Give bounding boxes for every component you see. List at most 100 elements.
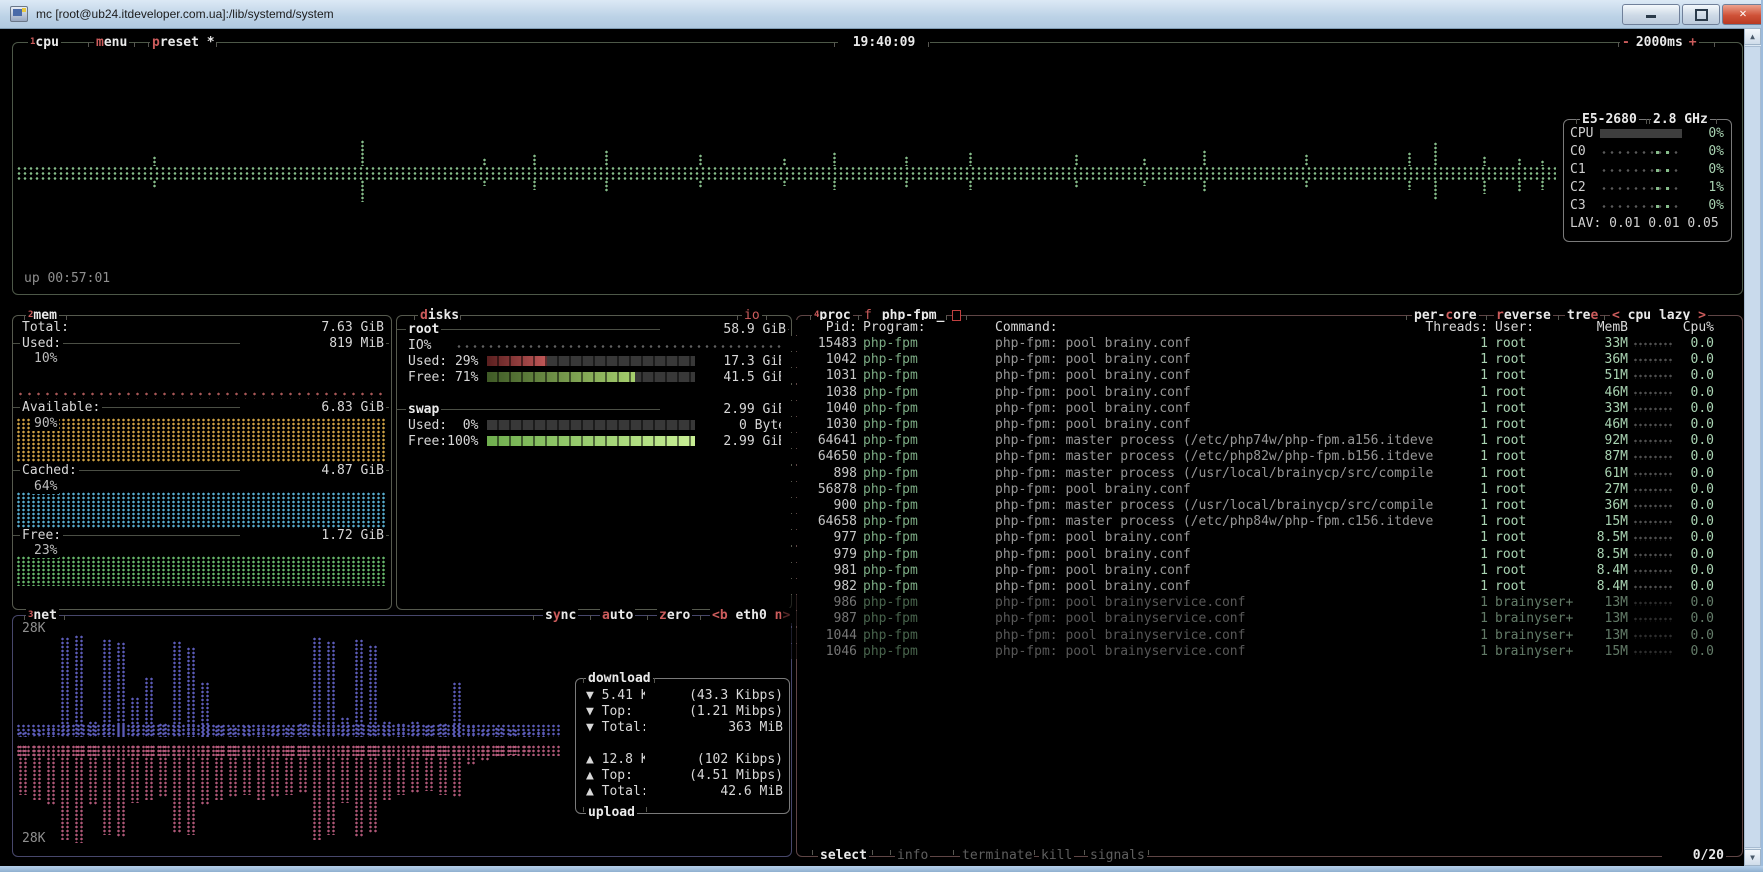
process-pid: 898 bbox=[781, 466, 859, 481]
cpu-graph-spike bbox=[1304, 154, 1310, 166]
process-row[interactable]: 64641php-fpmphp-fpm: master process (/et… bbox=[0, 433, 1740, 449]
process-row[interactable]: 981php-fpmphp-fpm: pool brainy.conf1root… bbox=[0, 563, 1740, 579]
process-row[interactable]: 1030php-fpmphp-fpm: pool brainy.conf1roo… bbox=[0, 417, 1740, 433]
col-header-threads[interactable]: Threads: bbox=[1420, 320, 1490, 335]
process-user: root bbox=[1493, 563, 1528, 578]
scrollbar-down-icon[interactable]: ▼ bbox=[1744, 849, 1761, 866]
net-download-bar bbox=[242, 725, 251, 737]
process-row[interactable]: 982php-fpmphp-fpm: pool brainy.conf1root… bbox=[0, 579, 1740, 595]
process-row[interactable]: 64650php-fpmphp-fpm: master process (/et… bbox=[0, 449, 1740, 465]
process-cpu-meter bbox=[1633, 423, 1673, 428]
cpu-graph-spike bbox=[532, 154, 538, 166]
process-mem: 8.4M bbox=[1576, 563, 1630, 578]
process-row[interactable]: 1031php-fpmphp-fpm: pool brainy.conf1roo… bbox=[0, 368, 1740, 384]
col-header-command[interactable]: Command: bbox=[993, 320, 1060, 335]
col-header-user[interactable]: User: bbox=[1493, 320, 1536, 335]
net-scale-bottom: 28K bbox=[20, 831, 47, 846]
core-label: C1 bbox=[1568, 162, 1588, 177]
process-pid: 64641 bbox=[781, 433, 859, 448]
process-threads: 1 bbox=[1466, 401, 1490, 416]
process-cpu: 0.0 bbox=[1680, 417, 1716, 432]
net-download-bar bbox=[32, 729, 41, 737]
cpu-box-title[interactable]: 1cpu bbox=[28, 35, 61, 50]
kill-button[interactable]: kill bbox=[1039, 848, 1074, 863]
core-meter-dot bbox=[1666, 151, 1669, 154]
net-upload-bar bbox=[74, 745, 83, 843]
preset-button[interactable]: preset * bbox=[150, 35, 217, 50]
net-upload-bar bbox=[144, 745, 153, 800]
process-row[interactable]: 898php-fpmphp-fpm: master process (/usr/… bbox=[0, 466, 1740, 482]
process-row[interactable]: 987php-fpmphp-fpm: pool brainyservice.co… bbox=[0, 611, 1740, 627]
menu-button[interactable]: menu bbox=[94, 35, 129, 50]
process-row[interactable]: 1042php-fpmphp-fpm: pool brainy.conf1roo… bbox=[0, 352, 1740, 368]
process-program: php-fpm bbox=[861, 417, 920, 432]
process-row[interactable]: 1040php-fpmphp-fpm: pool brainy.conf1roo… bbox=[0, 401, 1740, 417]
net-upload-bar bbox=[88, 745, 97, 805]
terminate-button[interactable]: terminate bbox=[960, 848, 1034, 863]
process-mem: 36M bbox=[1576, 498, 1630, 513]
select-button[interactable]: select bbox=[818, 848, 869, 863]
process-cpu: 0.0 bbox=[1680, 449, 1716, 464]
core-label: C3 bbox=[1568, 198, 1588, 213]
disks-box-title[interactable]: disks bbox=[418, 308, 461, 323]
process-command: php-fpm: master process (/etc/php82w/php… bbox=[993, 449, 1473, 464]
process-row[interactable]: 986php-fpmphp-fpm: pool brainyservice.co… bbox=[0, 595, 1740, 611]
process-row[interactable]: 56878php-fpmphp-fpm: pool brainy.conf1ro… bbox=[0, 482, 1740, 498]
cpu-graph-spike bbox=[1202, 180, 1208, 192]
process-user: root bbox=[1493, 368, 1528, 383]
process-pid: 64658 bbox=[781, 514, 859, 529]
process-row[interactable]: 977php-fpmphp-fpm: pool brainy.conf1root… bbox=[0, 530, 1740, 546]
col-header-program[interactable]: Program: bbox=[861, 320, 928, 335]
process-row[interactable]: 1046php-fpmphp-fpm: pool brainyservice.c… bbox=[0, 644, 1740, 660]
cpu-graph-spike bbox=[604, 150, 610, 166]
process-pid: 981 bbox=[781, 563, 859, 578]
net-download-bar bbox=[522, 731, 531, 737]
filter-clear-icon[interactable] bbox=[952, 310, 961, 321]
signals-button[interactable]: signals bbox=[1088, 848, 1147, 863]
interval-value: 2000ms bbox=[1630, 35, 1689, 50]
process-cpu-meter bbox=[1633, 650, 1673, 655]
net-upload-bar bbox=[130, 745, 139, 803]
cpu-graph-spike bbox=[904, 180, 910, 188]
net-upload-bar bbox=[312, 745, 321, 840]
cpu-graph-spike bbox=[1142, 180, 1148, 186]
update-interval-control[interactable]: -2000ms+ bbox=[1620, 35, 1699, 50]
upload-arrow-icon: ▲ bbox=[586, 784, 594, 799]
col-header-mem[interactable]: MemB bbox=[1570, 320, 1630, 335]
process-cpu-meter bbox=[1633, 439, 1673, 444]
process-row[interactable]: 979php-fpmphp-fpm: pool brainy.conf1root… bbox=[0, 547, 1740, 563]
info-button[interactable]: info bbox=[895, 848, 930, 863]
net-download-bar bbox=[396, 723, 405, 737]
process-pid: 900 bbox=[781, 498, 859, 513]
scrollbar-up-icon[interactable]: ▲ bbox=[1744, 28, 1761, 45]
io-toggle[interactable]: io bbox=[742, 308, 762, 323]
process-row[interactable]: 64658php-fpmphp-fpm: master process (/et… bbox=[0, 514, 1740, 530]
cpu-graph-spike bbox=[604, 180, 610, 192]
border-tick bbox=[647, 615, 648, 620]
maximize-button[interactable] bbox=[1682, 4, 1720, 25]
cpu-graph-spike bbox=[1202, 150, 1208, 166]
process-program: php-fpm bbox=[861, 514, 920, 529]
process-command: php-fpm: pool brainy.conf bbox=[993, 547, 1473, 562]
process-row[interactable]: 1038php-fpmphp-fpm: pool brainy.conf1roo… bbox=[0, 385, 1740, 401]
process-user: root bbox=[1493, 466, 1528, 481]
process-command: php-fpm: pool brainy.conf bbox=[993, 401, 1473, 416]
col-header-pid[interactable]: Pid: bbox=[795, 320, 859, 335]
net-upload-bar bbox=[326, 745, 335, 835]
net-upload-bar bbox=[214, 745, 223, 800]
close-button[interactable]: ✕ bbox=[1722, 4, 1763, 25]
process-row[interactable]: 900php-fpmphp-fpm: master process (/usr/… bbox=[0, 498, 1740, 514]
process-user: root bbox=[1493, 579, 1528, 594]
interval-increase-icon[interactable]: + bbox=[1689, 35, 1697, 50]
scrollbar-thumb[interactable] bbox=[1744, 46, 1761, 848]
process-cpu-meter bbox=[1633, 601, 1673, 606]
minimize-button[interactable] bbox=[1622, 4, 1680, 25]
process-row[interactable]: 15483php-fpmphp-fpm: pool brainy.conf1ro… bbox=[0, 336, 1740, 352]
process-row[interactable]: 1044php-fpmphp-fpm: pool brainyservice.c… bbox=[0, 628, 1740, 644]
border-tick bbox=[1034, 850, 1035, 855]
net-download-bar bbox=[340, 717, 349, 737]
process-mem: 51M bbox=[1576, 368, 1630, 383]
interval-decrease-icon[interactable]: - bbox=[1622, 35, 1630, 50]
col-header-cpu[interactable]: Cpu% bbox=[1656, 320, 1716, 335]
net-upload-bar bbox=[410, 745, 419, 793]
